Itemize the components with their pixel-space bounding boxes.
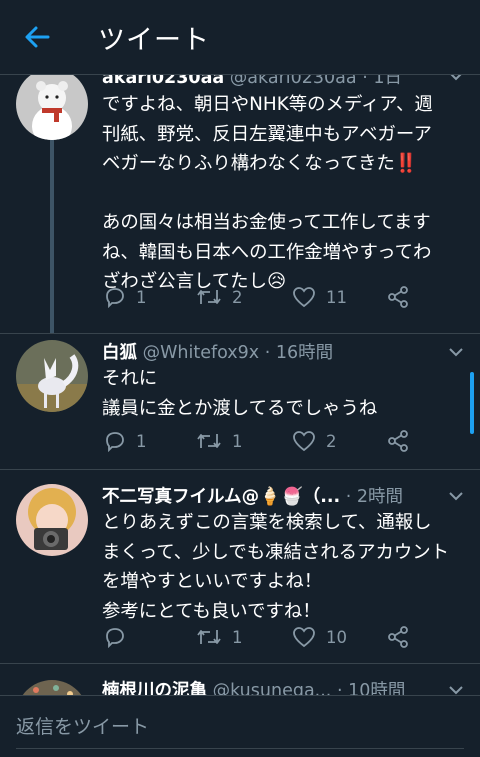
tweet-line — [102, 179, 470, 209]
share-icon — [388, 286, 408, 308]
tweet-line: それに — [102, 368, 158, 389]
tweet-line: を増やすといいですよね！ — [102, 571, 323, 592]
reply-bar: 返信をツイート — [0, 695, 480, 757]
like-button[interactable]: 10 — [292, 624, 347, 650]
tweet-line: 参考にとても良いですね！ — [102, 600, 321, 622]
tweet-actions: 1 1 2 — [104, 428, 434, 454]
heart-icon — [293, 287, 315, 308]
reply-count: 1 — [136, 287, 147, 307]
tweet[interactable]: 不二写真フイルム@🍦🍧（... · 2時間 とりあえずこの言葉を検索して、通報し… — [0, 470, 480, 663]
avatar[interactable] — [16, 680, 88, 695]
tweet-header: 白狐 @Whitefox9x · 16時間 — [102, 339, 333, 364]
reply-input-underline — [16, 748, 464, 749]
tweet-header: 楠根川の泥亀 @kusunega... · 10時間 — [102, 677, 405, 695]
like-count: 2 — [326, 431, 337, 451]
reply-input[interactable]: 返信をツイート — [16, 712, 149, 739]
tweet-text: とりあえずこの言葉を検索して、通報し まくって、少しでも凍結されるアカウント を… — [102, 508, 470, 626]
share-button[interactable] — [386, 284, 420, 310]
like-button[interactable]: 2 — [292, 428, 337, 454]
user-handle[interactable]: @Whitefox9x — [143, 343, 260, 363]
scrollbar[interactable] — [470, 372, 474, 434]
user-handle[interactable]: @kusunega... — [213, 681, 332, 695]
timestamp: 10時間 — [348, 681, 406, 695]
retweet-icon — [197, 630, 221, 644]
share-icon — [388, 430, 408, 452]
tweet-line: 刊紙、野党、反日左翼連中もアベガーア — [102, 123, 432, 145]
tweet[interactable]: 楠根川の泥亀 @kusunega... · 10時間 — [0, 664, 480, 695]
avatar[interactable] — [16, 484, 88, 556]
tweet-line: とりあえずこの言葉を検索して、通報し — [102, 512, 432, 533]
reply-icon — [106, 432, 124, 452]
reply-icon — [106, 288, 124, 308]
tweet-line: まくって、少しでも凍結されるアカウント — [102, 541, 450, 563]
reply-icon — [106, 628, 124, 648]
retweet-count: 1 — [232, 431, 243, 451]
share-icon — [388, 626, 408, 648]
timestamp: 2時間 — [356, 487, 404, 507]
tweet-line: あの国々は相当お金使って工作してます — [102, 212, 431, 233]
tweet-line: 議員に金とか渡してるでしゃうね — [102, 397, 378, 419]
page-title: ツイート — [98, 25, 210, 56]
retweet-button[interactable]: 1 — [196, 624, 243, 650]
reply-count: 1 — [136, 431, 147, 451]
heart-icon — [293, 627, 315, 648]
chevron-down-icon[interactable] — [448, 488, 464, 504]
like-button[interactable]: 11 — [292, 284, 347, 310]
separator-dot: · — [345, 487, 352, 507]
tweet-header: 不二写真フイルム@🍦🍧（... · 2時間 — [102, 483, 403, 508]
retweet-icon — [197, 290, 221, 304]
tweet-line: ね、韓国も日本への工作金増やすってわ — [102, 241, 432, 263]
retweet-button[interactable]: 1 — [196, 428, 243, 454]
top-bar: ツイート — [0, 0, 480, 75]
separator-dot: · — [264, 343, 271, 363]
timestamp: 16時間 — [275, 343, 334, 363]
display-name[interactable]: 不二写真フイルム@🍦🍧（... — [102, 487, 340, 507]
heart-icon — [293, 431, 315, 452]
separator-dot: · — [336, 681, 343, 695]
chevron-down-icon[interactable] — [448, 682, 464, 695]
tweet[interactable]: 白狐 @Whitefox9x · 16時間 それに 議員に金とか渡してるでしゃう… — [0, 334, 480, 469]
chevron-down-icon[interactable] — [448, 344, 464, 360]
retweet-icon — [197, 434, 221, 448]
retweet-count: 1 — [232, 627, 243, 647]
reply-button[interactable] — [104, 624, 136, 650]
avatar[interactable] — [16, 68, 88, 140]
like-count: 11 — [326, 287, 347, 307]
display-name[interactable]: 白狐 — [102, 343, 137, 363]
reply-button[interactable]: 1 — [104, 428, 147, 454]
tweet-line: ベガーなりふり構わなくなってきた‼️ — [102, 153, 418, 174]
retweet-count: 2 — [232, 287, 243, 307]
tweet-line: ですよね、朝日やNHK等のメディア、週 — [102, 94, 433, 115]
tweet-actions: 1 10 — [104, 624, 434, 650]
thread-line — [50, 136, 54, 334]
avatar[interactable] — [16, 340, 88, 412]
tweet-text: それに 議員に金とか渡してるでしゃうね — [102, 364, 470, 423]
share-button[interactable] — [386, 624, 420, 650]
tweet-text: ですよね、朝日やNHK等のメディア、週 刊紙、野党、反日左翼連中もアベガーア ベ… — [102, 90, 470, 297]
share-button[interactable] — [386, 428, 420, 454]
reply-button[interactable]: 1 — [104, 284, 147, 310]
back-arrow-icon[interactable] — [22, 22, 52, 52]
retweet-button[interactable]: 2 — [196, 284, 243, 310]
like-count: 10 — [326, 627, 347, 647]
tweet-actions: 1 2 11 — [104, 284, 434, 310]
display-name[interactable]: 楠根川の泥亀 — [102, 681, 207, 695]
